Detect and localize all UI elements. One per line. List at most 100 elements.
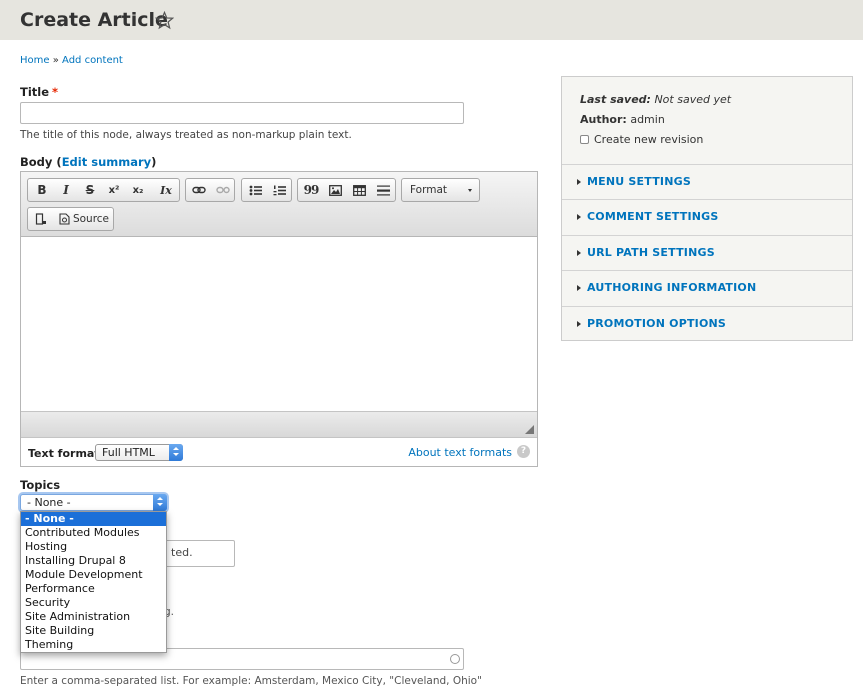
section-label: AUTHORING INFORMATION (587, 281, 757, 294)
body-label: Body (Edit summary) (20, 155, 156, 169)
link-icon (192, 186, 206, 194)
text-format-value: Full HTML (102, 446, 155, 459)
section-label: COMMENT SETTINGS (587, 210, 719, 223)
section-promotion-options[interactable]: PROMOTION OPTIONS (562, 306, 852, 341)
dropdown-option[interactable]: Contributed Modules (21, 526, 166, 540)
source-label: Source (72, 213, 110, 225)
section-url-path-settings[interactable]: URL PATH SETTINGS (562, 235, 852, 270)
last-saved-value: Not saved yet (654, 93, 732, 106)
body-editor: B I S x² x₂ Ix 99 Format Source Text for… (20, 171, 538, 467)
section-authoring-information[interactable]: AUTHORING INFORMATION (562, 270, 852, 305)
body-label-close-paren: ) (151, 155, 157, 169)
dropdown-option[interactable]: Performance (21, 582, 166, 596)
dropdown-option[interactable]: Site Building (21, 624, 166, 638)
triangle-right-icon (577, 179, 581, 185)
autocomplete-icon (450, 654, 460, 664)
dropdown-option[interactable]: Site Administration (21, 610, 166, 624)
section-menu-settings[interactable]: MENU SETTINGS (562, 164, 852, 199)
about-text-formats-link[interactable]: About text formats (408, 446, 512, 459)
superscript-button[interactable]: x² (102, 179, 126, 201)
dropdown-option[interactable]: Module Development (21, 568, 166, 582)
topics-dropdown-list: - None - Contributed Modules Hosting Ins… (20, 511, 167, 653)
breadcrumb: Home » Add content (20, 55, 123, 66)
star-outline-icon[interactable] (155, 11, 174, 30)
dropdown-option[interactable]: - None - (21, 512, 166, 526)
numbered-list-button[interactable] (267, 179, 291, 201)
numbered-list-icon (273, 185, 286, 195)
source-button[interactable]: Source (55, 208, 113, 230)
image-button[interactable] (323, 179, 347, 201)
dropdown-option[interactable]: Installing Drupal 8 (21, 554, 166, 568)
toolbar-group-lists (241, 178, 292, 202)
toolbar-group-basic: B I S x² x₂ Ix (27, 178, 180, 202)
bulleted-list-icon (249, 185, 262, 195)
section-label: URL PATH SETTINGS (587, 246, 715, 259)
breadcrumb-current-link[interactable]: Add content (62, 55, 123, 66)
unlink-icon (216, 186, 230, 194)
horizontal-line-button[interactable] (371, 179, 395, 201)
remove-format-button[interactable]: Ix (154, 179, 178, 201)
table-icon (352, 184, 366, 196)
select-stepper-icon (169, 444, 183, 461)
editor-content-area[interactable] (21, 237, 537, 411)
dropdown-option[interactable]: Security (21, 596, 166, 610)
link-button[interactable] (187, 179, 211, 201)
editor-status-bar (21, 411, 537, 437)
source-icon (59, 213, 70, 225)
text-format-bar: Text format Full HTML About text formats… (21, 437, 537, 466)
breadcrumb-home-link[interactable]: Home (20, 55, 50, 66)
edit-summary-link[interactable]: Edit summary (62, 155, 151, 169)
strikethrough-button[interactable]: S (78, 179, 102, 201)
page-title: Create Article (20, 9, 168, 31)
text-format-select[interactable]: Full HTML (95, 444, 183, 461)
toolbar-group-insert: 99 (297, 178, 396, 202)
image-icon (328, 184, 342, 196)
toolbar-group-source: Source (27, 207, 114, 231)
media-icon (35, 213, 46, 225)
section-label: PROMOTION OPTIONS (587, 317, 727, 330)
revision-label: Create new revision (594, 133, 704, 146)
triangle-right-icon (577, 285, 581, 291)
page-header: Create Article (0, 0, 863, 40)
toolbar-group-links (185, 178, 235, 202)
subscript-button[interactable]: x₂ (126, 179, 150, 201)
body-label-text: Body (20, 155, 53, 169)
help-icon[interactable]: ? (517, 445, 530, 458)
title-label-text: Title (20, 85, 50, 99)
editor-toolbar: B I S x² x₂ Ix 99 Format Source (21, 172, 537, 237)
topics-label: Topics (20, 478, 61, 492)
section-label: MENU SETTINGS (587, 175, 691, 188)
entity-meta-sidebar: Last saved: Not saved yet Author: admin … (561, 76, 853, 341)
media-button[interactable] (29, 208, 53, 230)
horizontal-line-icon (376, 185, 390, 195)
triangle-right-icon (577, 214, 581, 220)
triangle-right-icon (577, 250, 581, 256)
italic-button[interactable]: I (54, 179, 78, 201)
author: Author: admin (580, 113, 665, 126)
format-dropdown[interactable]: Format (401, 178, 480, 202)
bold-button[interactable]: B (30, 179, 54, 201)
format-label: Format (410, 184, 448, 196)
image-field-hint: ted. (171, 546, 193, 559)
dropdown-option[interactable]: Theming (21, 638, 166, 652)
unlink-button[interactable] (211, 179, 235, 201)
section-comment-settings[interactable]: COMMENT SETTINGS (562, 199, 852, 234)
required-marker: * (52, 85, 59, 99)
chevron-down-icon (468, 189, 472, 192)
dropdown-option[interactable]: Hosting (21, 540, 166, 554)
title-input[interactable] (20, 102, 464, 124)
last-saved: Last saved: Not saved yet (580, 93, 731, 106)
bulleted-list-button[interactable] (243, 179, 267, 201)
blockquote-button[interactable]: 99 (299, 179, 323, 201)
last-saved-label: Last saved: (580, 93, 651, 106)
author-label: Author: (580, 113, 627, 126)
topics-selected-value: - None - (27, 496, 71, 509)
tags-description: Enter a comma-separated list. For exampl… (20, 675, 482, 687)
revision-option[interactable]: Create new revision (580, 133, 703, 146)
breadcrumb-separator: » (52, 55, 59, 66)
topics-select[interactable]: - None - (20, 494, 167, 511)
revision-checkbox[interactable] (580, 135, 589, 144)
table-button[interactable] (347, 179, 371, 201)
resize-handle-icon[interactable] (525, 425, 534, 434)
author-value: admin (630, 113, 665, 126)
